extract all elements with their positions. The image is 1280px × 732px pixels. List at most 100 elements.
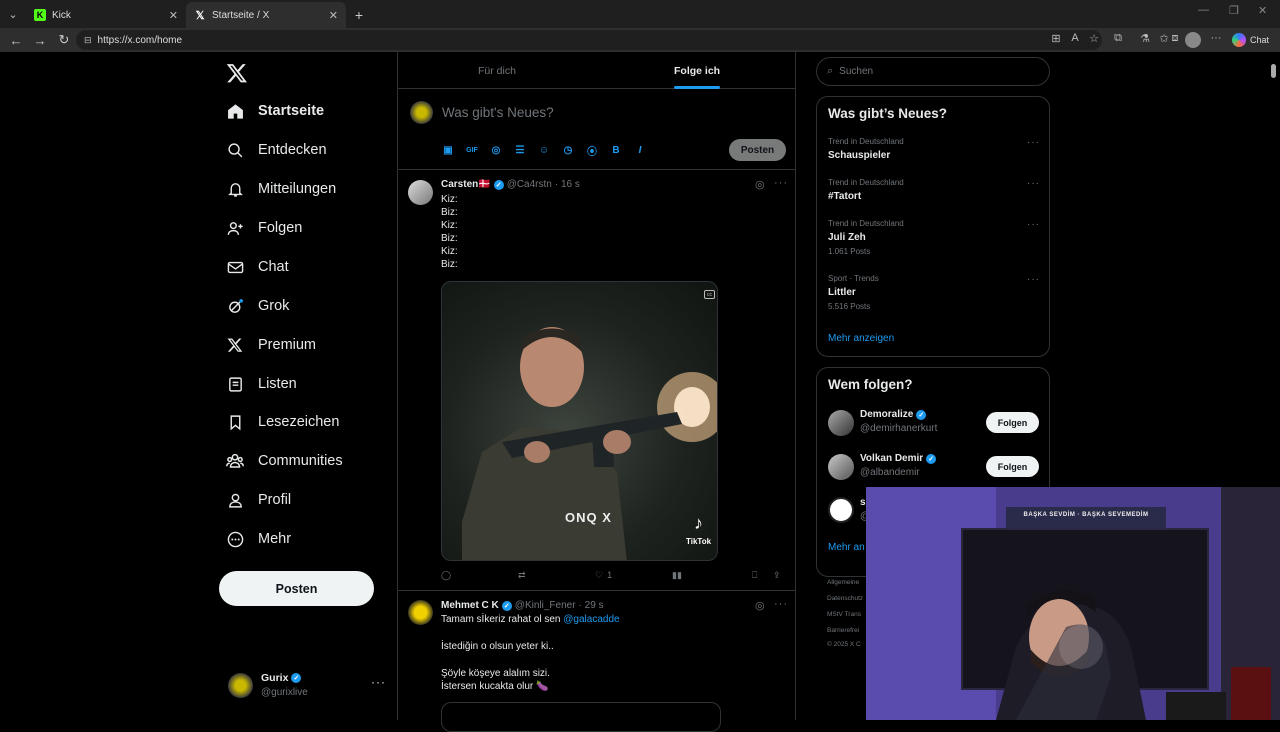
footer-link[interactable]: Datenschutz	[827, 595, 863, 602]
split-screen-icon[interactable]: ⚗	[1137, 32, 1153, 45]
nav-item-folgen[interactable]: Folgen	[226, 213, 302, 243]
back-icon[interactable]: ←	[4, 28, 28, 52]
read-aloud-icon[interactable]: A	[1067, 32, 1083, 44]
tweet-more-icon[interactable]: ···	[774, 598, 788, 610]
share-icon[interactable]: ⇪	[773, 568, 781, 582]
tab-x-home[interactable]: 𝕏 Startseite / X ✕	[186, 2, 346, 28]
grok-explain-icon[interactable]: ◎	[755, 178, 765, 191]
trend-item[interactable]: Sport · Trends Littler 5.516 Posts ···	[817, 272, 1049, 318]
bookmark-icon[interactable]: ⎕	[752, 568, 757, 582]
close-icon[interactable]: ✕	[169, 9, 178, 22]
tab-list-button[interactable]: ⌄	[0, 0, 26, 28]
trend-more-icon[interactable]: ···	[1027, 178, 1040, 189]
tweet-author[interactable]: Carsten🇩🇰 ✓ @Ca4rstn · 16 s	[441, 179, 580, 190]
views-icon[interactable]: ▮▮	[672, 568, 682, 582]
author-handle: @Kinli_Fener	[514, 600, 576, 611]
trend-more-icon[interactable]: ···	[1027, 274, 1040, 285]
who-title: Wem folgen?	[828, 377, 913, 392]
account-switcher[interactable]: Gurix ✓ @gurixlive ···	[228, 670, 388, 706]
scrollbar-thumb[interactable]	[1271, 64, 1276, 78]
close-icon[interactable]: ✕	[329, 9, 338, 22]
trend-item[interactable]: Trend in Deutschland #Tatort ···	[817, 176, 1049, 212]
nav-item-profil[interactable]: Profil	[226, 485, 291, 515]
poll-icon[interactable]: ☰	[513, 143, 527, 157]
post-button[interactable]: Posten	[219, 571, 374, 606]
captions-icon[interactable]: cc	[704, 290, 715, 299]
x-logo-icon[interactable]	[226, 62, 248, 84]
nav-item-premium[interactable]: Premium	[226, 330, 316, 360]
collections-icon[interactable]: ⧈	[1167, 32, 1183, 45]
account-handle: @gurixlive	[261, 687, 308, 698]
search-input[interactable]: ⌕ Suchen	[816, 57, 1050, 86]
who-more-link[interactable]: Mehr an	[828, 542, 865, 553]
grok-icon	[226, 297, 244, 315]
reply-icon[interactable]: ◯	[441, 568, 451, 582]
tab-kick[interactable]: K Kick ✕	[26, 2, 186, 28]
trend-item[interactable]: Trend in Deutschland Schauspieler ···	[817, 135, 1049, 171]
url-field[interactable]: ⊟ https://x.com/home	[76, 30, 1102, 50]
footer-link[interactable]: Allgemeine	[827, 579, 859, 586]
follow-suggestion[interactable]: Demoralize ✓ @demirhanerkurt Folgen	[817, 406, 1049, 442]
minimize-icon[interactable]: —	[1198, 4, 1209, 16]
tweet-author[interactable]: Mehmet C K ✓ @Kinli_Fener · 29 s	[441, 600, 604, 611]
follow-button[interactable]: Folgen	[986, 456, 1039, 477]
gif-icon[interactable]: GIF	[465, 143, 479, 157]
grok-compose-icon[interactable]: ◎	[489, 143, 503, 157]
more-menu-icon[interactable]: ···	[1208, 32, 1224, 44]
nav-item-listen[interactable]: Listen	[226, 369, 297, 399]
restore-icon[interactable]: ❐	[1229, 4, 1239, 17]
tab-folge-ich[interactable]: Folge ich	[674, 52, 721, 89]
mention-link[interactable]: @galacadde	[563, 614, 619, 625]
like-button[interactable]: ♡ 1	[595, 568, 612, 582]
tweet-media-preview[interactable]	[441, 702, 721, 732]
compose-input[interactable]: Was gibt's Neues?	[442, 105, 554, 120]
nav-item-communities[interactable]: Communities	[226, 446, 343, 476]
show-more-link[interactable]: Mehr anzeigen	[828, 333, 894, 344]
extensions-icon[interactable]: ⧉	[1110, 32, 1126, 45]
new-tab-button[interactable]: +	[346, 2, 372, 28]
profile-avatar-icon[interactable]	[1185, 32, 1201, 48]
forward-icon[interactable]: →	[28, 28, 52, 52]
nav-item-grok[interactable]: Grok	[226, 291, 289, 321]
tweet-video[interactable]: ONQ X ♪ TikTok cc	[441, 281, 718, 561]
tweet[interactable]: Mehmet C K ✓ @Kinli_Fener · 29 s ◎ ··· T…	[398, 591, 796, 732]
bold-icon[interactable]: B	[609, 143, 623, 157]
reload-icon[interactable]: ↻	[52, 28, 76, 52]
location-icon[interactable]: ⦿	[585, 143, 599, 158]
nav-item-mehr[interactable]: Mehr	[226, 524, 291, 554]
nav-item-startseite[interactable]: Startseite	[226, 96, 324, 126]
schedule-icon[interactable]: ◷	[561, 143, 575, 157]
trend-item[interactable]: Trend in Deutschland Juli Zeh 1.061 Post…	[817, 217, 1049, 263]
emoji-icon[interactable]: ☺	[537, 143, 551, 157]
account-name: Gurix ✓	[261, 672, 302, 684]
close-window-icon[interactable]: ✕	[1258, 4, 1267, 17]
nav-item-mitteilungen[interactable]: Mitteilungen	[226, 174, 336, 204]
follow-button[interactable]: Folgen	[986, 412, 1039, 433]
tweet-more-icon[interactable]: ···	[774, 177, 788, 189]
nav-item-chat[interactable]: Chat	[226, 252, 289, 282]
grok-explain-icon[interactable]: ◎	[755, 599, 765, 612]
copilot-chat-button[interactable]: Chat	[1232, 31, 1269, 49]
follow-suggestion[interactable]: Volkan Demir ✓ @albandemir Folgen	[817, 450, 1049, 486]
tab-label: Für dich	[478, 64, 516, 77]
footer-link[interactable]: MStV Trans	[827, 611, 861, 618]
tweet-avatar[interactable]	[408, 180, 433, 205]
favorite-star-icon[interactable]: ☆	[1086, 32, 1102, 45]
trend-more-icon[interactable]: ···	[1027, 137, 1040, 148]
italic-icon[interactable]: I	[633, 143, 647, 157]
trend-more-icon[interactable]: ···	[1027, 219, 1040, 230]
nav-item-lesezeichen[interactable]: Lesezeichen	[226, 407, 339, 437]
site-info-icon[interactable]: ⊟	[84, 35, 92, 46]
trend-count: 5.516 Posts	[828, 302, 871, 311]
footer-link[interactable]: Barrierefrei	[827, 627, 859, 634]
apps-icon[interactable]: ⊞	[1048, 32, 1064, 45]
tweet-avatar[interactable]	[408, 600, 433, 625]
tweet-time: · 29 s	[578, 600, 604, 611]
nav-item-entdecken[interactable]: Entdecken	[226, 135, 327, 165]
image-icon[interactable]: ▣	[441, 143, 455, 157]
compose-post-button[interactable]: Posten	[729, 139, 786, 161]
account-more-icon[interactable]: ···	[371, 675, 386, 689]
tab-fuer-dich[interactable]: Für dich	[478, 52, 516, 89]
tweet[interactable]: Carsten🇩🇰 ✓ @Ca4rstn · 16 s ◎ ··· Kiz: B…	[398, 170, 796, 591]
retweet-icon[interactable]: ⇄	[518, 568, 526, 582]
